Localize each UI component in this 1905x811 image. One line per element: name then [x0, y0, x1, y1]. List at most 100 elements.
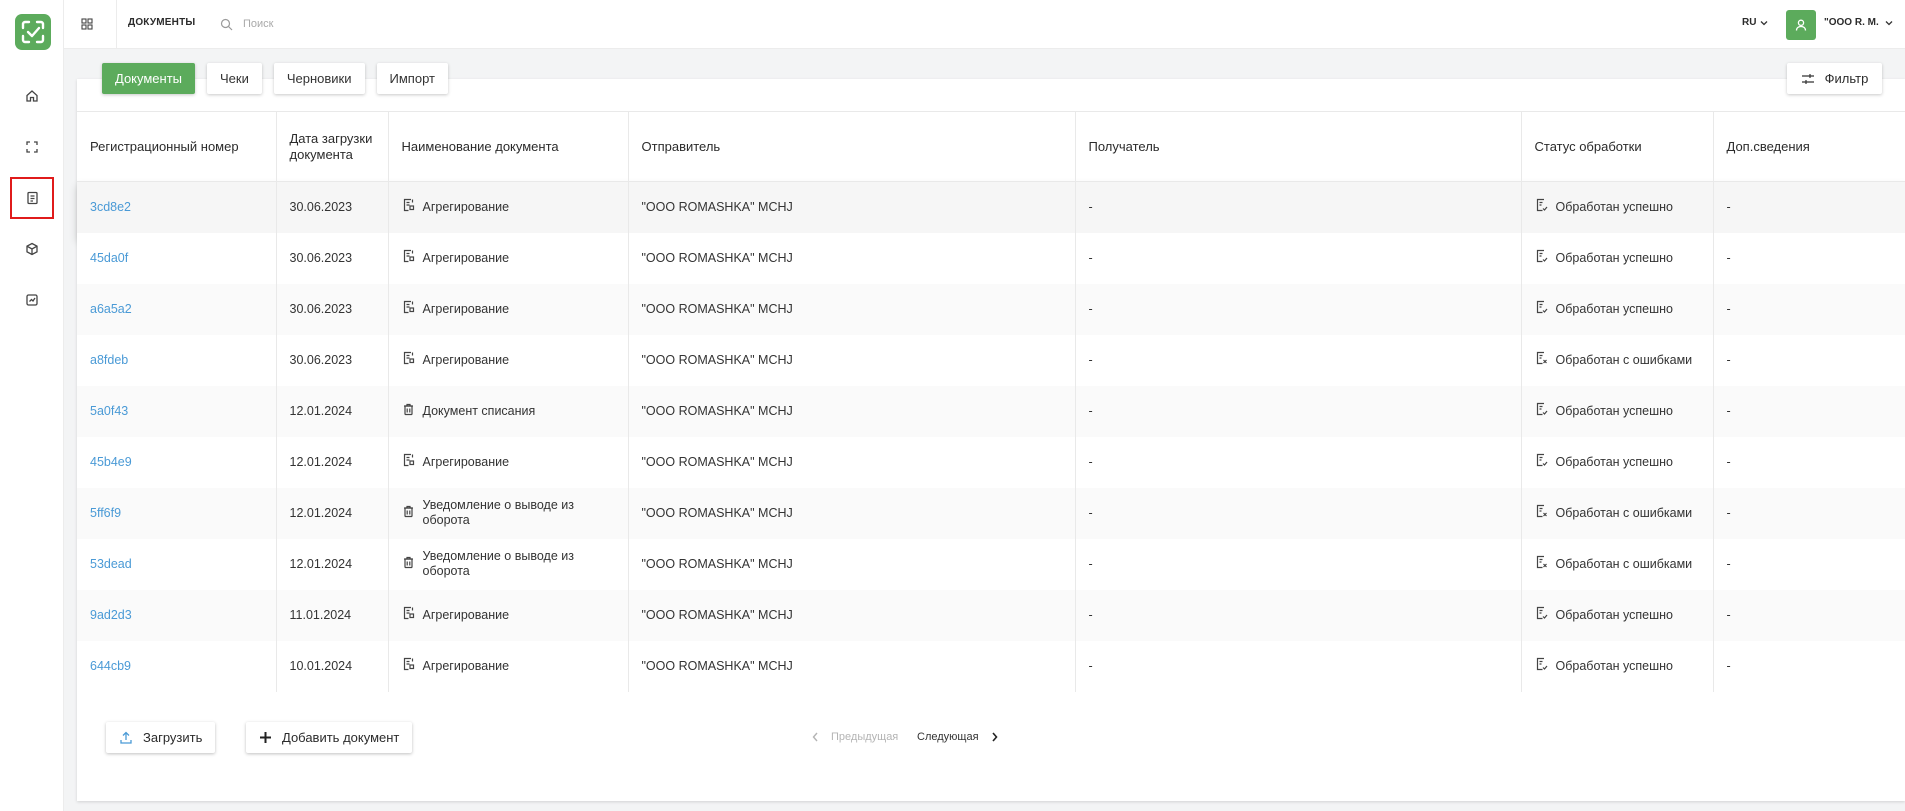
date-cell: 10.01.2024: [276, 640, 389, 692]
reg-number-link[interactable]: a8fdeb: [90, 353, 128, 367]
status-text: Обработан успешно: [1555, 454, 1674, 469]
documents-table: Регистрационный номер Дата загрузки доку…: [77, 111, 1905, 692]
filter-button[interactable]: Фильтр: [1787, 63, 1882, 94]
date-cell: 12.01.2024: [276, 487, 389, 539]
date-cell: 11.01.2024: [276, 589, 389, 641]
reg-number-link[interactable]: 45da0f: [90, 251, 128, 265]
search-box[interactable]: [220, 12, 520, 36]
aggregation-icon: [402, 453, 415, 471]
document-name: Уведомление о выводе из оборота: [422, 498, 574, 527]
table-row[interactable]: a6a5a2 30.06.2023 Агрегирование "OOO ROMASH…: [77, 283, 1905, 335]
date-cell: 30.06.2023: [276, 181, 389, 233]
nav-documents[interactable]: [10, 177, 54, 219]
reg-number-cell: 45b4e9: [77, 436, 277, 488]
status-text: Обработан с ошибками: [1555, 352, 1693, 367]
aggregation-icon: [402, 249, 415, 267]
reg-number-cell: 644cb9: [77, 640, 277, 692]
upload-icon: [120, 731, 132, 744]
table-row[interactable]: 5ff6f9 12.01.2024 Уведомление о выводе из …: [77, 487, 1905, 539]
sender-cell: "OOO ROMASHKA" MCHJ: [628, 436, 1076, 488]
table-row[interactable]: 45b4e9 12.01.2024 Агрегирование "OOO ROMASH…: [77, 436, 1905, 488]
recipient-cell: -: [1075, 640, 1522, 692]
reg-number-link[interactable]: 45b4e9: [90, 455, 132, 469]
extra-info-cell: -: [1713, 487, 1905, 539]
reg-number-link[interactable]: 5ff6f9: [90, 506, 121, 520]
reg-number-link[interactable]: 9ad2d3: [90, 608, 132, 622]
status-text: Обработан с ошибками: [1555, 505, 1693, 520]
apps-menu-button[interactable]: [78, 15, 96, 33]
table-row[interactable]: 53dead 12.01.2024 Уведомление о выводе из …: [77, 538, 1905, 590]
table-row[interactable]: 5a0f43 12.01.2024 Документ списания "OOO RO…: [77, 385, 1905, 437]
document-name-cell: Уведомление о выводе из оборота: [388, 487, 629, 539]
next-page-button[interactable]: Следующая: [917, 731, 998, 743]
table-row[interactable]: 9ad2d3 11.01.2024 Агрегирование "OOO ROMASH…: [77, 589, 1905, 641]
sender-cell: "OOO ROMASHKA" MCHJ: [628, 487, 1076, 539]
status-text: Обработан успешно: [1555, 403, 1674, 418]
nav-scan[interactable]: [10, 126, 54, 168]
sender-cell: "OOO ROMASHKA" MCHJ: [628, 589, 1076, 641]
document-name: Агрегирование: [422, 199, 510, 214]
table-row[interactable]: 3cd8e2 30.06.2023 Агрегирование "OOO ROMASH…: [77, 181, 1905, 233]
user-icon: [1795, 19, 1807, 31]
column-header[interactable]: Статус обработки: [1521, 111, 1714, 182]
date-cell: 12.01.2024: [276, 385, 389, 437]
document-name: Агрегирование: [422, 454, 510, 469]
table-row[interactable]: 45da0f 30.06.2023 Агрегирование "OOO ROMASH…: [77, 232, 1905, 284]
logo[interactable]: [15, 14, 51, 50]
reg-number-link[interactable]: 5a0f43: [90, 404, 128, 418]
language-selector[interactable]: RU: [1742, 17, 1768, 28]
check-frame-logo-icon: [21, 20, 45, 44]
recipient-cell: -: [1075, 385, 1522, 437]
column-header[interactable]: Наименование документа: [388, 111, 629, 182]
reg-number-cell: 3cd8e2: [77, 181, 277, 233]
tab-bar: Документы Чеки Черновики Импорт: [102, 63, 448, 94]
grid-icon: [81, 18, 93, 30]
tab-drafts[interactable]: Черновики: [273, 63, 365, 94]
add-document-button[interactable]: Добавить документ: [246, 722, 413, 753]
upload-button[interactable]: Загрузить: [106, 722, 216, 753]
status-error-icon: [1535, 351, 1548, 369]
status-text: Обработан успешно: [1555, 301, 1674, 316]
aggregation-icon: [402, 657, 415, 675]
tab-import[interactable]: Импорт: [376, 63, 448, 94]
column-header[interactable]: Отправитель: [628, 111, 1076, 182]
chevron-left-icon: [812, 732, 818, 742]
recipient-cell: -: [1075, 232, 1522, 284]
nav-products[interactable]: [10, 228, 54, 270]
table-row[interactable]: 644cb9 10.01.2024 Агрегирование "OOO ROMASH…: [77, 640, 1905, 692]
status-cell: Обработан успешно: [1521, 181, 1714, 233]
column-header[interactable]: Дата загрузки документа: [276, 111, 389, 182]
nav-home[interactable]: [10, 75, 54, 117]
reg-number-link[interactable]: 644cb9: [90, 659, 131, 673]
user-avatar[interactable]: [1786, 10, 1816, 40]
user-menu[interactable]: "OOO R. M.: [1824, 17, 1893, 28]
column-header[interactable]: Доп.сведения: [1713, 111, 1905, 182]
document-name-cell: Документ списания: [388, 385, 629, 437]
nav-reports[interactable]: [10, 279, 54, 321]
extra-info-cell: -: [1713, 640, 1905, 692]
column-header[interactable]: Регистрационный номер: [77, 111, 277, 182]
language-label: RU: [1742, 17, 1757, 28]
prev-page-button[interactable]: Предыдущая: [812, 731, 898, 743]
scan-icon: [26, 141, 38, 153]
sender-cell: "OOO ROMASHKA" MCHJ: [628, 640, 1076, 692]
sender-cell: "OOO ROMASHKA" MCHJ: [628, 232, 1076, 284]
tab-receipts[interactable]: Чеки: [207, 63, 262, 94]
reg-number-link[interactable]: 3cd8e2: [90, 200, 131, 214]
trash-icon: [402, 555, 415, 573]
column-header[interactable]: Получатель: [1075, 111, 1522, 182]
document-name: Документ списания: [422, 403, 536, 418]
sidebar: [0, 0, 64, 811]
reg-number-link[interactable]: 53dead: [90, 557, 132, 571]
status-cell: Обработан успешно: [1521, 283, 1714, 335]
document-name: Агрегирование: [422, 607, 510, 622]
reg-number-link[interactable]: a6a5a2: [90, 302, 132, 316]
search-input[interactable]: [243, 18, 503, 30]
aggregation-icon: [402, 198, 415, 216]
sender-cell: "OOO ROMASHKA" MCHJ: [628, 334, 1076, 386]
tab-documents[interactable]: Документы: [102, 63, 196, 94]
document-name-cell: Агрегирование: [388, 283, 629, 335]
table-row[interactable]: a8fdeb 30.06.2023 Агрегирование "OOO ROMASH…: [77, 334, 1905, 386]
extra-info-cell: -: [1713, 436, 1905, 488]
date-cell: 30.06.2023: [276, 232, 389, 284]
